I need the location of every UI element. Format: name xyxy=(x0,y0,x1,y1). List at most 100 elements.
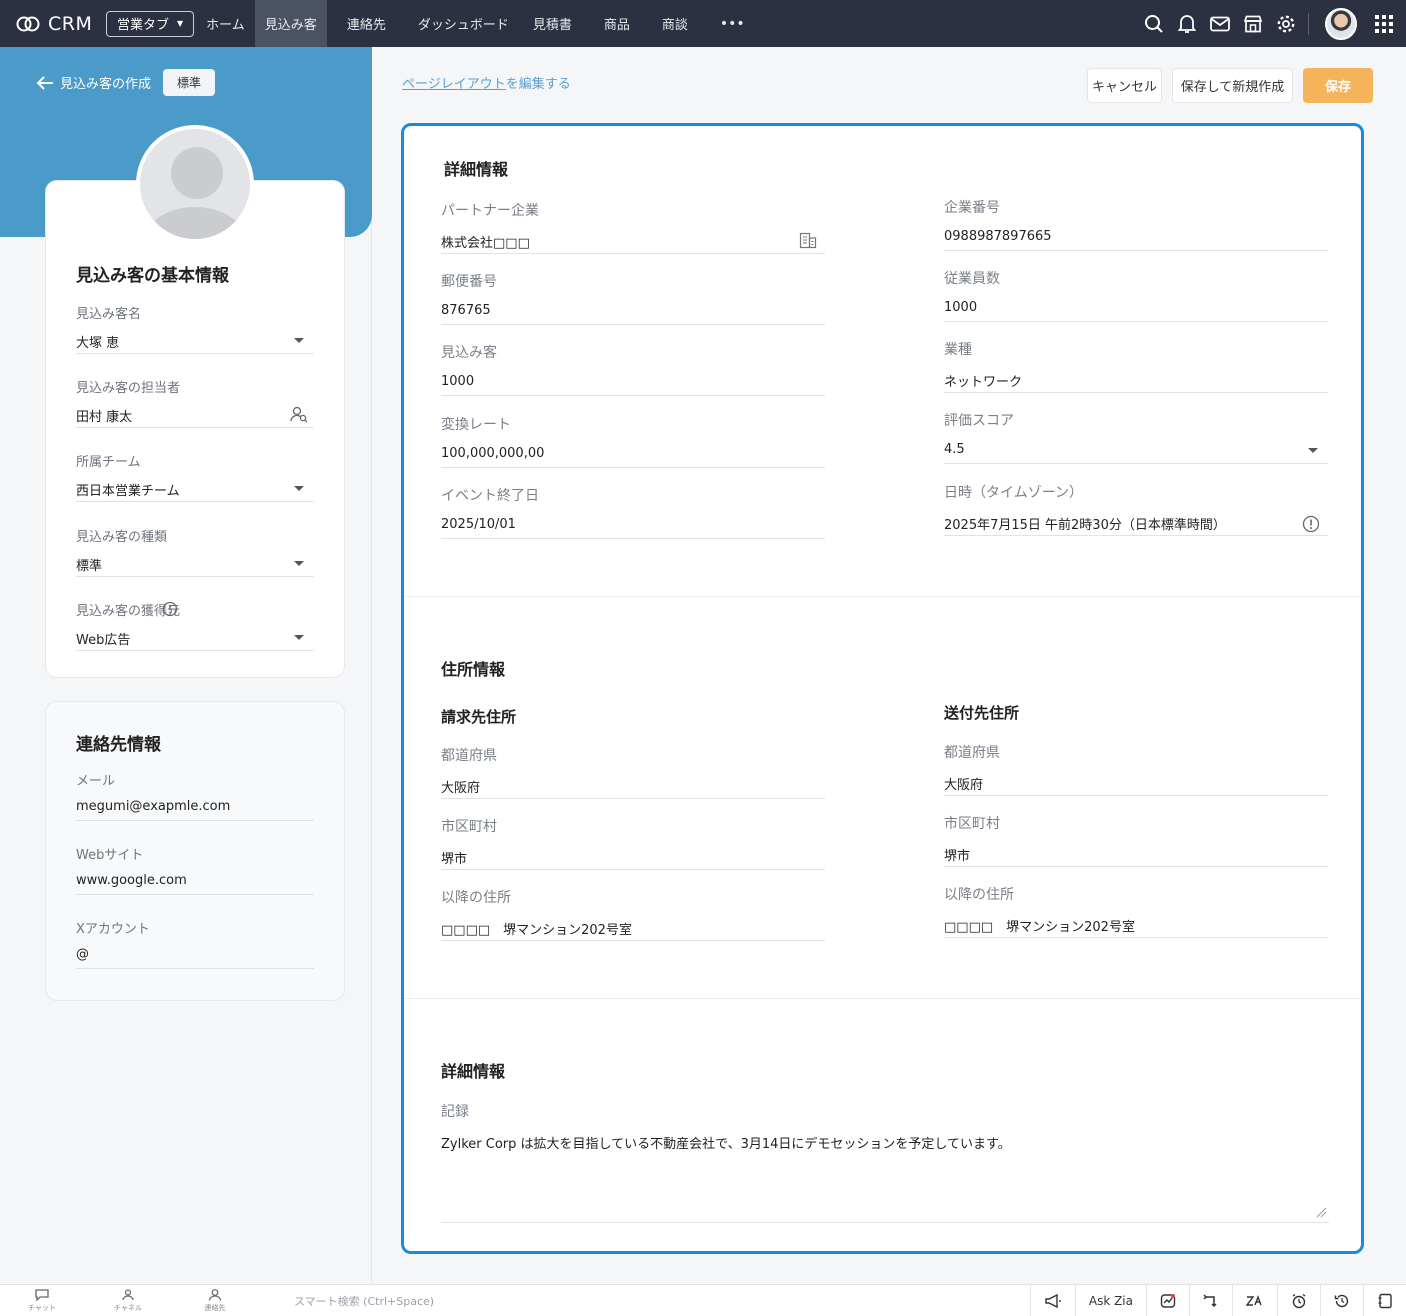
notes-field[interactable]: 記録 Zylker Corp は拡大を目指している不動産会社で、3月14日にデモ… xyxy=(441,1101,1329,1223)
nav-more[interactable]: ••• xyxy=(700,0,765,47)
nav-leads[interactable]: 見込み客 xyxy=(254,0,327,47)
layout-badge[interactable]: 標準 xyxy=(163,69,216,96)
field-value[interactable]: 西日本営業チーム xyxy=(76,480,314,502)
field-value[interactable]: 株式会社□□□ xyxy=(441,232,825,254)
nav-home[interactable]: ホーム xyxy=(196,0,255,47)
details-section-title: 詳細情報 xyxy=(444,160,509,179)
bell-icon[interactable] xyxy=(1170,0,1203,47)
field-value[interactable]: Web広告 xyxy=(76,629,314,651)
field-value[interactable]: 100,000,000,00 xyxy=(441,446,825,468)
info-icon[interactable] xyxy=(1302,515,1320,533)
mail-icon[interactable] xyxy=(1203,0,1236,47)
event-end-date-field[interactable]: イベント終了日 2025/10/01 xyxy=(441,485,825,539)
channel-button[interactable]: チャネル xyxy=(108,1289,148,1313)
ask-zia-button[interactable]: Ask Zia xyxy=(1074,1285,1146,1316)
x-account-field[interactable]: Xアカウント @ xyxy=(76,918,314,969)
field-value[interactable]: ネットワーク xyxy=(944,371,1328,393)
field-value[interactable]: 4.5 xyxy=(944,442,1328,464)
lead-name-field[interactable]: 見込み客名 大塚 恵 xyxy=(76,303,314,354)
avatar[interactable] xyxy=(1325,7,1357,40)
employees-field[interactable]: 従業員数 1000 xyxy=(944,268,1328,322)
field-label: イベント終了日 xyxy=(441,488,539,504)
partner-company-field[interactable]: パートナー企業 株式会社□□□ xyxy=(441,200,825,254)
field-value[interactable]: 大阪府 xyxy=(944,774,1328,796)
cancel-button[interactable]: キャンセル xyxy=(1087,68,1162,103)
field-value[interactable]: 大塚 恵 xyxy=(76,332,314,354)
field-value[interactable]: 大阪府 xyxy=(441,777,825,799)
field-value[interactable]: 2025年7月15日 午前2時30分（日本標準時間） xyxy=(944,514,1328,536)
smart-search-input[interactable]: スマート検索 (Ctrl+Space) xyxy=(294,1293,434,1309)
field-value[interactable]: 堺市 xyxy=(944,845,1328,867)
field-value[interactable]: 0988987897665 xyxy=(944,229,1328,251)
nav-products[interactable]: 商品 xyxy=(584,0,650,47)
chevron-down-icon[interactable] xyxy=(1308,448,1318,453)
alarm-button[interactable] xyxy=(1277,1285,1320,1316)
crm-logo[interactable]: CRM xyxy=(16,13,106,35)
field-value[interactable]: 堺市 xyxy=(441,848,825,870)
back-navigation[interactable]: 見込み客の作成 標準 xyxy=(36,69,216,96)
billing-city-field[interactable]: 市区町村 堺市 xyxy=(441,816,825,870)
nav-deals[interactable]: 商談 xyxy=(650,0,700,47)
lead-avatar[interactable] xyxy=(136,125,254,243)
field-value[interactable]: 1000 xyxy=(441,374,825,396)
nav-quotes[interactable]: 見積書 xyxy=(521,0,584,47)
chevron-down-icon[interactable] xyxy=(294,486,304,491)
chevron-down-icon[interactable] xyxy=(294,561,304,566)
resize-handle-icon[interactable] xyxy=(1315,1206,1327,1218)
company-number-field[interactable]: 企業番号 0988987897665 xyxy=(944,197,1328,251)
notes-panel-button[interactable] xyxy=(1363,1285,1406,1316)
postal-code-field[interactable]: 郵便番号 876765 xyxy=(441,271,825,325)
industry-field[interactable]: 業種 ネットワーク xyxy=(944,339,1328,393)
store-icon[interactable] xyxy=(1236,0,1269,47)
history-button[interactable] xyxy=(1320,1285,1363,1316)
shipping-address-title: 送付先住所 xyxy=(944,704,1020,722)
leads-count-field[interactable]: 見込み客 1000 xyxy=(441,342,825,396)
lead-source-field[interactable]: 見込み客の獲得元 Web広告 xyxy=(76,600,314,651)
alarm-clock-icon xyxy=(1292,1293,1306,1308)
field-value[interactable]: 1000 xyxy=(944,300,1328,322)
field-value[interactable]: 2025/10/01 xyxy=(441,517,825,539)
field-value[interactable]: megumi@exapmle.com xyxy=(76,799,314,821)
billing-prefecture-field[interactable]: 都道府県 大阪府 xyxy=(441,745,825,799)
announcement-button[interactable] xyxy=(1029,1285,1075,1316)
lead-type-field[interactable]: 見込み客の種類 標準 xyxy=(76,526,314,577)
chevron-down-icon[interactable] xyxy=(294,635,304,640)
save-and-new-button[interactable]: 保存して新規作成 xyxy=(1172,68,1293,103)
chevron-down-icon[interactable] xyxy=(294,338,304,343)
user-search-icon[interactable] xyxy=(290,406,308,423)
edit-page-layout-link[interactable]: ページレイアウトを編集する xyxy=(402,73,571,92)
sync-button[interactable] xyxy=(1189,1285,1232,1316)
field-value[interactable]: 標準 xyxy=(76,555,314,577)
field-value[interactable]: www.google.com xyxy=(76,873,314,895)
contacts-button[interactable]: 連絡先 xyxy=(195,1289,235,1313)
shipping-city-field[interactable]: 市区町村 堺市 xyxy=(944,813,1328,867)
website-field[interactable]: Webサイト www.google.com xyxy=(76,844,314,895)
field-value[interactable]: 876765 xyxy=(441,303,825,325)
nav-contacts[interactable]: 連絡先 xyxy=(327,0,406,47)
billing-street-field[interactable]: 以降の住所 □□□□ 堺マンション202号室 xyxy=(441,887,825,941)
conversion-rate-field[interactable]: 変換レート 100,000,000,00 xyxy=(441,414,825,468)
email-field[interactable]: メール megumi@exapmle.com xyxy=(76,770,314,821)
info-icon[interactable] xyxy=(162,601,178,617)
datetime-timezone-field[interactable]: 日時（タイムゾーン） 2025年7月15日 午前2時30分（日本標準時間） xyxy=(944,482,1328,536)
building-icon[interactable] xyxy=(799,232,817,249)
chat-button[interactable]: チャット xyxy=(22,1289,62,1313)
nav-dashboard[interactable]: ダッシュボード xyxy=(406,0,521,47)
zia-button[interactable] xyxy=(1232,1285,1277,1316)
tab-group-selector[interactable]: 営業タブ ▼ xyxy=(106,10,195,37)
activity-button[interactable] xyxy=(1146,1285,1189,1316)
apps-grid-icon[interactable] xyxy=(1367,0,1400,47)
search-icon[interactable] xyxy=(1137,0,1170,47)
lead-owner-field[interactable]: 見込み客の担当者 田村 康太 xyxy=(76,377,314,428)
field-value[interactable]: @ xyxy=(76,947,314,969)
field-value[interactable]: □□□□ 堺マンション202号室 xyxy=(441,919,825,941)
rating-score-field[interactable]: 評価スコア 4.5 xyxy=(944,410,1328,464)
team-field[interactable]: 所属チーム 西日本営業チーム xyxy=(76,451,314,502)
shipping-prefecture-field[interactable]: 都道府県 大阪府 xyxy=(944,742,1328,796)
gear-icon[interactable] xyxy=(1269,0,1302,47)
field-value[interactable]: 田村 康太 xyxy=(76,406,314,428)
field-value[interactable]: □□□□ 堺マンション202号室 xyxy=(944,916,1328,938)
notes-textarea[interactable]: Zylker Corp は拡大を目指している不動産会社で、3月14日にデモセッシ… xyxy=(441,1133,1329,1223)
shipping-street-field[interactable]: 以降の住所 □□□□ 堺マンション202号室 xyxy=(944,884,1328,938)
save-button[interactable]: 保存 xyxy=(1303,68,1373,103)
